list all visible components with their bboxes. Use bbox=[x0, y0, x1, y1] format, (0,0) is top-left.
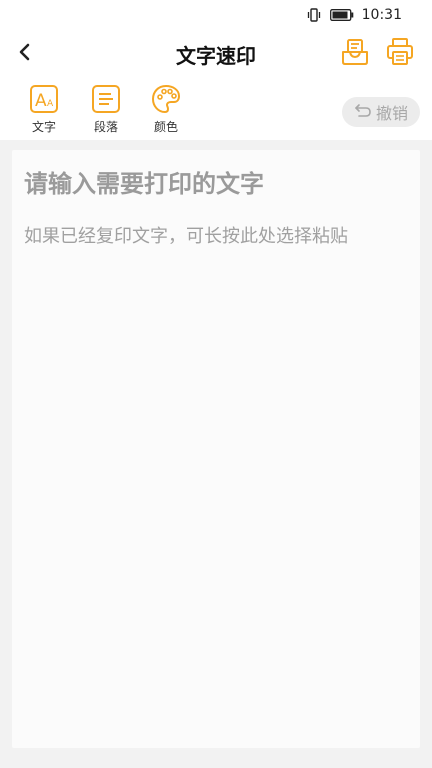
palette-icon bbox=[151, 84, 181, 114]
printer-icon bbox=[385, 37, 415, 71]
text-font-icon: A A bbox=[29, 84, 59, 114]
nav-bar: 文字速印 bbox=[0, 30, 432, 78]
tool-text-label: 文字 bbox=[31, 120, 56, 134]
tool-color[interactable]: 颜色 bbox=[142, 84, 190, 136]
print-button[interactable] bbox=[384, 38, 416, 70]
tool-text[interactable]: A A 文字 bbox=[20, 84, 68, 136]
chevron-left-icon bbox=[17, 42, 31, 66]
text-editor[interactable]: 请输入需要打印的文字 如果已经复印文字，可长按此处选择粘贴 bbox=[12, 150, 420, 748]
format-toolbar: A A 文字 段落 颜色 撤销 bbox=[0, 78, 432, 140]
inbox-button[interactable] bbox=[339, 38, 371, 70]
tool-color-label: 颜色 bbox=[153, 120, 178, 134]
undo-button[interactable]: 撤销 bbox=[342, 97, 420, 127]
svg-text:A: A bbox=[35, 91, 47, 111]
editor-paste-hint: 如果已经复印文字，可长按此处选择粘贴 bbox=[24, 226, 348, 247]
paragraph-icon bbox=[91, 84, 121, 114]
tool-paragraph-label: 段落 bbox=[93, 120, 118, 134]
tool-paragraph[interactable]: 段落 bbox=[82, 84, 130, 136]
battery-icon bbox=[329, 9, 354, 21]
vibrate-icon bbox=[306, 8, 322, 22]
inbox-tray-icon bbox=[340, 37, 370, 71]
status-time: 10:31 bbox=[361, 7, 402, 23]
status-bar: 10:31 bbox=[0, 0, 432, 30]
svg-text:A: A bbox=[47, 99, 54, 109]
undo-label: 撤销 bbox=[375, 104, 408, 123]
undo-icon bbox=[354, 102, 376, 122]
back-button[interactable] bbox=[8, 38, 40, 70]
editor-heading-placeholder: 请输入需要打印的文字 bbox=[24, 170, 264, 198]
